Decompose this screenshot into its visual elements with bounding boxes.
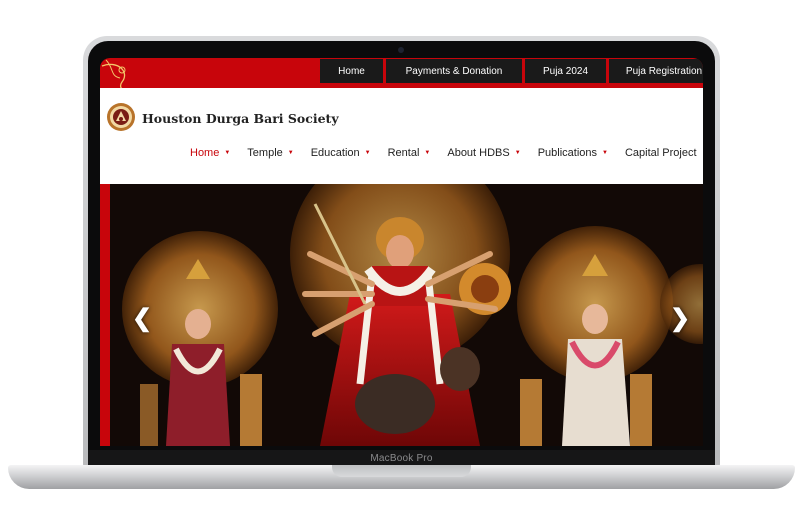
topnav-puja-2024-link[interactable]: Puja 2024 bbox=[525, 59, 606, 83]
nav-item-rental[interactable]: Rental ▼ bbox=[388, 147, 431, 159]
nav-item-label: Home bbox=[190, 147, 220, 159]
caret-down-icon: ▼ bbox=[224, 150, 231, 156]
nav-item-label: Publications bbox=[537, 147, 598, 159]
site-header: Houston Durga Bari Society Home ▼ Temple… bbox=[100, 88, 703, 184]
laptop-base-notch bbox=[332, 465, 471, 477]
nav-item-capital-project[interactable]: Capital Project bbox=[625, 147, 697, 159]
topnav-home-link[interactable]: Home bbox=[320, 59, 383, 83]
browser-viewport: Home Payments & Donation Puja 2024 Puja … bbox=[100, 58, 703, 446]
topnav-payments-donation-link[interactable]: Payments & Donation bbox=[386, 59, 522, 83]
top-bar: Home Payments & Donation Puja 2024 Puja … bbox=[100, 58, 703, 107]
chevron-left-icon[interactable]: ❮ bbox=[132, 304, 152, 333]
nav-item-temple[interactable]: Temple ▼ bbox=[247, 147, 293, 159]
society-logo[interactable] bbox=[106, 102, 136, 132]
chevron-right-icon[interactable]: ❯ bbox=[670, 304, 690, 333]
camera-icon bbox=[398, 47, 404, 53]
nav-item-home[interactable]: Home ▼ bbox=[190, 147, 230, 159]
device-label: MacBook Pro bbox=[370, 453, 433, 464]
durga-idol-image bbox=[110, 184, 703, 446]
main-nav: Home ▼ Temple ▼ Education ▼ Rental ▼ Abo… bbox=[190, 147, 703, 159]
site-title[interactable]: Houston Durga Bari Society bbox=[142, 111, 339, 126]
hero-slider: ❮ ❯ bbox=[100, 184, 703, 446]
caret-down-icon: ▼ bbox=[602, 150, 608, 156]
nav-item-education[interactable]: Education ▼ bbox=[311, 147, 371, 159]
hero-accent-bar bbox=[100, 184, 110, 446]
caret-down-icon: ▼ bbox=[364, 150, 371, 156]
nav-item-label: Rental bbox=[387, 147, 420, 159]
caret-down-icon: ▼ bbox=[514, 150, 521, 156]
nav-item-publications[interactable]: Publications ▼ bbox=[538, 147, 608, 159]
top-nav: Home Payments & Donation Puja 2024 Puja … bbox=[320, 59, 703, 83]
caret-down-icon: ▼ bbox=[424, 150, 431, 156]
topnav-puja-registration-link[interactable]: Puja Registration bbox=[609, 59, 703, 83]
nav-item-label: About HDBS bbox=[447, 147, 510, 159]
nav-item-about-hdbs[interactable]: About HDBS ▼ bbox=[447, 147, 520, 159]
nav-item-label: Education bbox=[310, 147, 360, 159]
nav-item-label: Capital Project bbox=[624, 147, 697, 159]
nav-item-label: Temple bbox=[247, 147, 283, 159]
caret-down-icon: ▼ bbox=[287, 150, 294, 156]
